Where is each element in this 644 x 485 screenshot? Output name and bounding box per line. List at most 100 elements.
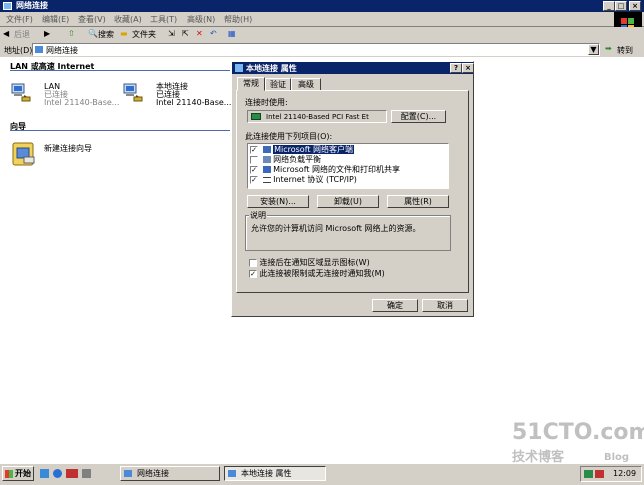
adapter-field: Intel 21140-Based PCI Fast Et <box>247 110 387 123</box>
group-wizard-divider <box>10 130 230 131</box>
item-checkbox[interactable] <box>250 155 258 164</box>
cancel-button[interactable]: 取消 <box>422 299 468 312</box>
task-label: 网络连接 <box>137 469 169 478</box>
wizard-label: 新建连接向导 <box>44 144 92 153</box>
back-arrow-icon[interactable]: ◀ <box>3 29 9 38</box>
items-label: 此连接使用下列项目(O): <box>245 132 333 141</box>
connection-device: Intel 21140-Base... <box>44 98 120 107</box>
uninstall-button[interactable]: 卸载(U) <box>317 195 379 208</box>
menu-view[interactable]: 查看(V) <box>78 14 106 25</box>
network-connection-icon <box>235 64 243 72</box>
adapter-name: Intel 21140-Based PCI Fast Et <box>266 113 369 121</box>
network-client-icon <box>262 146 271 153</box>
item-label: Microsoft 网络的文件和打印机共享 <box>273 165 401 174</box>
menu-favorites[interactable]: 收藏(A) <box>114 14 142 25</box>
item-label: 网络负载平衡 <box>273 155 322 164</box>
install-button[interactable]: 安装(N)... <box>247 195 309 208</box>
task-local-connection-properties[interactable]: 本地连接 属性 <box>224 466 326 481</box>
connection-local[interactable]: 本地连接 已连接 Intel 21140-Base... <box>122 77 231 109</box>
cmd-icon[interactable] <box>82 469 91 478</box>
show-desktop-icon[interactable] <box>40 469 49 478</box>
back-button-label[interactable]: 后退 <box>14 29 30 40</box>
menu-edit[interactable]: 编辑(E) <box>42 14 69 25</box>
list-item[interactable]: ✓ Internet 协议 (TCP/IP) <box>250 175 357 185</box>
app-tray-icon[interactable] <box>595 470 604 478</box>
notify-checkbox[interactable]: ✓ <box>249 269 257 278</box>
address-bar: 地址(D) 网络连接 ▼ ➡ 转到 <box>0 42 644 58</box>
description-label: 说明 <box>249 210 267 221</box>
dialog-title: 本地连接 属性 <box>246 64 297 73</box>
go-button[interactable]: 转到 <box>617 45 633 56</box>
components-list[interactable]: ✓ Microsoft 网络客户端 网络负载平衡 ✓ Microsoft 网络的… <box>247 143 449 189</box>
search-icon: 🔍 <box>88 29 98 38</box>
start-button[interactable]: 开始 <box>2 466 34 481</box>
folders-button[interactable]: 文件夹 <box>132 29 156 40</box>
address-dropdown-button[interactable]: ▼ <box>588 44 599 55</box>
window-title: 网络连接 <box>16 1 48 10</box>
window-title-bar: 网络连接 _ □ × <box>0 0 644 12</box>
option-notify-label: 此连接被限制或无连接时通知我(M) <box>259 269 385 278</box>
network-folder-icon <box>3 2 12 10</box>
dialog-help-button[interactable]: ? <box>450 63 462 73</box>
go-arrow-icon[interactable]: ➡ <box>605 44 612 53</box>
item-label: Microsoft 网络客户端 <box>273 145 355 154</box>
item-checkbox[interactable]: ✓ <box>250 165 258 174</box>
watermark-site: 51CTO.com <box>512 420 644 445</box>
menu-bar: 文件(F) 编辑(E) 查看(V) 收藏(A) 工具(T) 高级(N) 帮助(H… <box>0 12 644 27</box>
folders-icon: ▬ <box>120 29 128 38</box>
item-checkbox[interactable]: ✓ <box>250 145 258 154</box>
new-connection-wizard[interactable]: 新建连接向导 <box>10 139 120 171</box>
undo-icon[interactable]: ↶ <box>210 29 217 38</box>
minimize-button[interactable]: _ <box>603 1 615 11</box>
search-button[interactable]: 搜索 <box>98 29 114 40</box>
delete-icon[interactable]: ✕ <box>196 29 203 38</box>
list-item[interactable]: ✓ Microsoft 网络的文件和打印机共享 <box>250 165 400 175</box>
dialog-close-button[interactable]: × <box>462 63 474 73</box>
item-label: Internet 协议 (TCP/IP) <box>273 175 357 184</box>
tab-general[interactable]: 常规 <box>237 77 265 91</box>
list-item[interactable]: 网络负载平衡 <box>250 155 321 165</box>
network-connection-icon <box>11 83 31 102</box>
option-show-icon[interactable]: 连接后在通知区域显示图标(W) <box>249 257 370 268</box>
dialog-title-bar: 本地连接 属性 ? × <box>232 62 474 74</box>
option-show-icon-label: 连接后在通知区域显示图标(W) <box>259 258 370 267</box>
item-checkbox[interactable]: ✓ <box>250 175 258 184</box>
show-icon-checkbox[interactable] <box>249 258 257 267</box>
maximize-button[interactable]: □ <box>615 1 627 11</box>
task-label: 本地连接 属性 <box>241 469 292 478</box>
watermark-blog: Blog <box>604 452 630 463</box>
up-folder-icon[interactable]: ⇧ <box>68 29 75 38</box>
properties-dialog: 本地连接 属性 ? × 常规 验证 高级 连接时使用: Intel 21140-… <box>231 61 474 317</box>
properties-button[interactable]: 属性(R) <box>387 195 449 208</box>
description-text: 允许您的计算机访问 Microsoft 网络上的资源。 <box>251 224 421 233</box>
address-input[interactable]: 网络连接 ▼ <box>32 43 600 56</box>
connect-using-label: 连接时使用: <box>245 98 288 107</box>
views-icon[interactable]: ▦ <box>228 29 236 38</box>
system-tray: 12:09 <box>580 466 642 482</box>
forward-arrow-icon[interactable]: ▶ <box>44 29 50 38</box>
ok-button[interactable]: 确定 <box>372 299 418 312</box>
menu-help[interactable]: 帮助(H) <box>224 14 252 25</box>
protocol-icon <box>262 176 271 183</box>
list-item[interactable]: ✓ Microsoft 网络客户端 <box>250 145 355 155</box>
network-tray-icon[interactable] <box>584 470 593 478</box>
option-notify[interactable]: ✓ 此连接被限制或无连接时通知我(M) <box>249 268 385 279</box>
menu-tools[interactable]: 工具(T) <box>150 14 177 25</box>
toolbar: ◀ 后退 ▶ ⇧ 🔍 搜索 ▬ 文件夹 ⇲ ⇱ ✕ ↶ ▦ <box>0 27 644 43</box>
connection-lan[interactable]: LAN 已连接 Intel 21140-Base... <box>10 77 119 109</box>
copy-to-icon[interactable]: ⇱ <box>182 29 189 38</box>
configure-button[interactable]: 配置(C)... <box>391 110 446 123</box>
vs-icon[interactable] <box>66 469 78 478</box>
network-folder-icon <box>35 46 43 53</box>
network-service-icon <box>262 156 271 163</box>
group-lan-divider <box>10 70 230 71</box>
task-network-connections[interactable]: 网络连接 <box>120 466 220 481</box>
move-to-icon[interactable]: ⇲ <box>168 29 175 38</box>
network-connection-icon <box>228 470 236 477</box>
wizard-icon <box>12 142 35 166</box>
menu-advanced[interactable]: 高级(N) <box>187 14 215 25</box>
close-button[interactable]: × <box>629 1 641 11</box>
network-connection-icon <box>123 83 143 102</box>
ie-icon[interactable] <box>53 469 62 478</box>
menu-file[interactable]: 文件(F) <box>6 14 33 25</box>
